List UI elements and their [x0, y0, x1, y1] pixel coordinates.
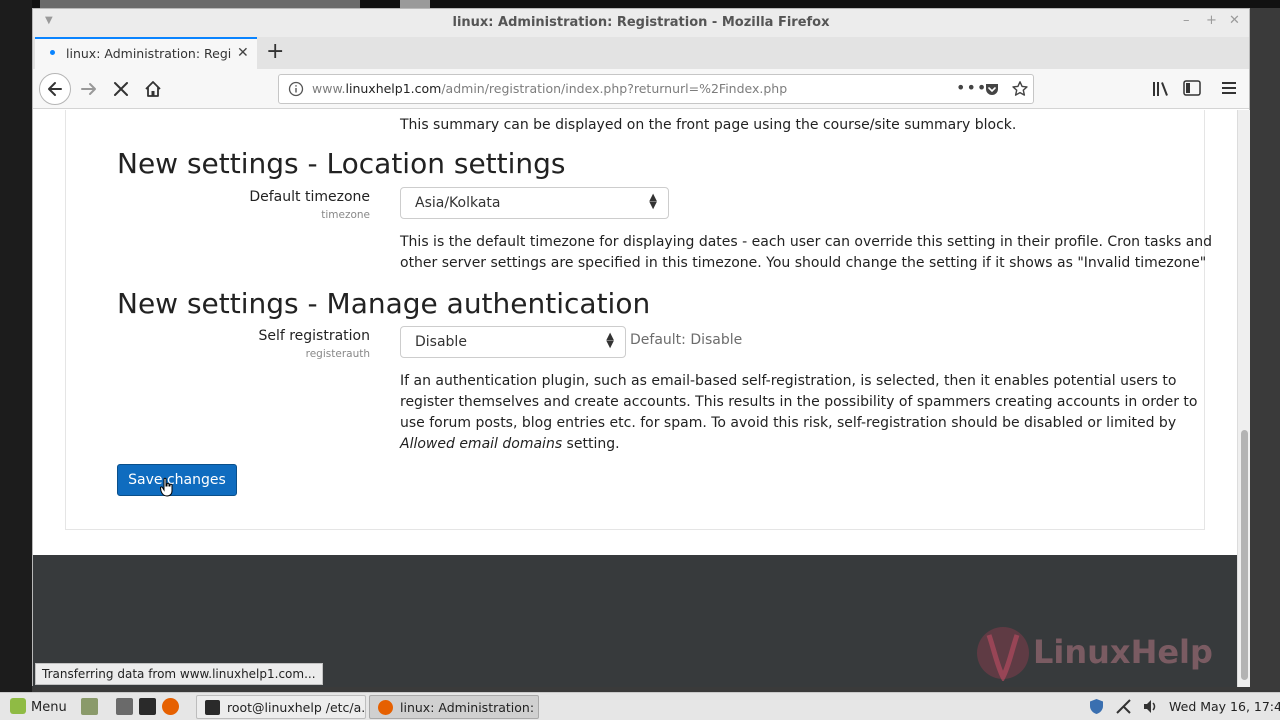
shield-icon[interactable]: [1088, 698, 1105, 715]
select-arrows-icon: ▲ ▼: [606, 331, 614, 350]
volume-icon[interactable]: [1142, 698, 1159, 715]
mint-menu-icon: [10, 698, 26, 714]
self-registration-sublabel: registerauth: [305, 348, 370, 360]
firefox-icon: [378, 700, 393, 715]
timezone-value: Asia/Kolkata: [415, 195, 501, 211]
firefox-window: ▼ linux: Administration: Registration - …: [32, 8, 1250, 687]
close-window-icon[interactable]: ✕: [1229, 13, 1240, 28]
timezone-select[interactable]: Asia/Kolkata ▲ ▼: [400, 187, 669, 219]
back-arrow-icon: [48, 82, 62, 96]
timezone-description: This is the default timezone for display…: [400, 234, 1213, 271]
summary-note: This summary can be displayed on the fro…: [400, 117, 1017, 133]
network-icon[interactable]: [1115, 698, 1132, 715]
timezone-sublabel: timezone: [321, 209, 370, 221]
back-button[interactable]: [39, 73, 71, 105]
self-registration-description: If an authentication plugin, such as ema…: [400, 373, 1198, 452]
timezone-label: Default timezone: [249, 189, 370, 205]
self-registration-select[interactable]: Disable ▲ ▼: [400, 326, 626, 358]
address-bar[interactable]: www.linuxhelp1.com/admin/registration/in…: [278, 74, 1034, 104]
url-text[interactable]: www.linuxhelp1.com/admin/registration/in…: [312, 81, 787, 96]
save-changes-button[interactable]: Save changes: [117, 464, 237, 496]
tab-registration[interactable]: linux: Administration: Registration ✕: [35, 37, 257, 69]
page-content: This summary can be displayed on the fro…: [33, 110, 1237, 687]
window-title: linux: Administration: Registration - Mo…: [452, 15, 830, 30]
sidebar-toggle-icon[interactable]: [1183, 80, 1201, 96]
hand-cursor-icon: [160, 477, 173, 497]
default-note: Default: Disable: [630, 332, 743, 348]
status-text: Transferring data from www.linuxhelp1.co…: [35, 663, 323, 685]
navigation-toolbar: www.linuxhelp1.com/admin/registration/in…: [33, 69, 1249, 109]
window-titlebar[interactable]: ▼ linux: Administration: Registration - …: [33, 9, 1249, 37]
page-actions-icon[interactable]: •••: [956, 78, 987, 97]
desktop-left-edge: [0, 0, 32, 692]
taskbar-menu-button[interactable]: Menu: [10, 698, 67, 715]
pocket-icon[interactable]: [984, 81, 1000, 97]
site-info-icon[interactable]: [288, 81, 304, 97]
manage-authentication-heading: New settings - Manage authentication: [117, 287, 651, 320]
library-icon[interactable]: [1151, 80, 1171, 98]
taskbar-task-firefox[interactable]: linux: Administration: ...: [369, 695, 539, 719]
tab-strip: linux: Administration: Registration ✕ +: [33, 37, 1249, 69]
tab-label: linux: Administration: Registration: [66, 46, 231, 61]
forward-icon[interactable]: [79, 79, 99, 99]
location-settings-heading: New settings - Location settings: [117, 147, 566, 180]
minimize-icon[interactable]: –: [1183, 13, 1190, 28]
firefox-launcher-icon[interactable]: [162, 698, 179, 715]
scrollbar-thumb[interactable]: [1241, 430, 1248, 680]
terminal-icon: [205, 700, 220, 715]
stop-icon[interactable]: [111, 79, 131, 99]
self-registration-value: Disable: [415, 334, 467, 350]
settings-card: This summary can be displayed on the fro…: [65, 110, 1212, 530]
linuxhelp-logo-icon: [977, 627, 1029, 683]
select-arrows-icon: ▲ ▼: [649, 192, 657, 211]
self-registration-label: Self registration: [258, 328, 370, 344]
tab-loading-icon: [50, 50, 55, 55]
home-icon[interactable]: [143, 79, 163, 99]
terminal-launcher-icon[interactable]: [139, 698, 156, 715]
show-desktop-icon[interactable]: [81, 698, 98, 715]
tab-close-icon[interactable]: ✕: [237, 45, 249, 61]
taskbar-task-terminal[interactable]: root@linuxhelp /etc/a...: [196, 695, 366, 719]
files-launcher-icon[interactable]: [116, 698, 133, 715]
clock[interactable]: Wed May 16, 17:47: [1169, 699, 1280, 714]
bookmark-star-icon[interactable]: [1011, 80, 1029, 98]
hamburger-menu-icon[interactable]: [1221, 81, 1237, 95]
page-scrollbar[interactable]: [1237, 110, 1250, 687]
maximize-icon[interactable]: +: [1206, 13, 1217, 28]
new-tab-button[interactable]: +: [266, 39, 284, 64]
taskbar: Menu root@linuxhelp /etc/a... linux: Adm…: [0, 692, 1280, 720]
watermark-text: LinuxHelp: [1033, 633, 1213, 671]
linuxhelp-watermark: LinuxHelp: [975, 625, 1213, 685]
background-window-strip: [0, 0, 1280, 8]
